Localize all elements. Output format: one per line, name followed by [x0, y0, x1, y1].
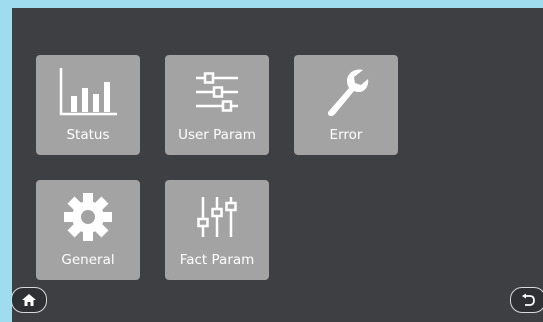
back-icon [522, 293, 535, 306]
general-tile[interactable]: General [36, 180, 140, 280]
general-label: General [61, 252, 115, 268]
error-tile[interactable]: Error [294, 55, 398, 155]
sliders-icon [165, 63, 269, 121]
equalizer-icon [165, 188, 269, 246]
gear-icon [36, 188, 140, 246]
menu-screen: Status User Param Error General Fact Par… [11, 8, 543, 322]
user-param-tile[interactable]: User Param [165, 55, 269, 155]
status-tile[interactable]: Status [36, 55, 140, 155]
home-icon [22, 294, 36, 306]
error-label: Error [329, 127, 363, 143]
user-param-label: User Param [178, 127, 256, 143]
status-label: Status [66, 127, 110, 143]
fact-param-label: Fact Param [179, 252, 255, 268]
back-button[interactable] [510, 287, 543, 313]
wrench-icon [294, 63, 398, 121]
home-button[interactable] [11, 287, 47, 313]
bar-chart-icon [36, 63, 140, 121]
fact-param-tile[interactable]: Fact Param [165, 180, 269, 280]
